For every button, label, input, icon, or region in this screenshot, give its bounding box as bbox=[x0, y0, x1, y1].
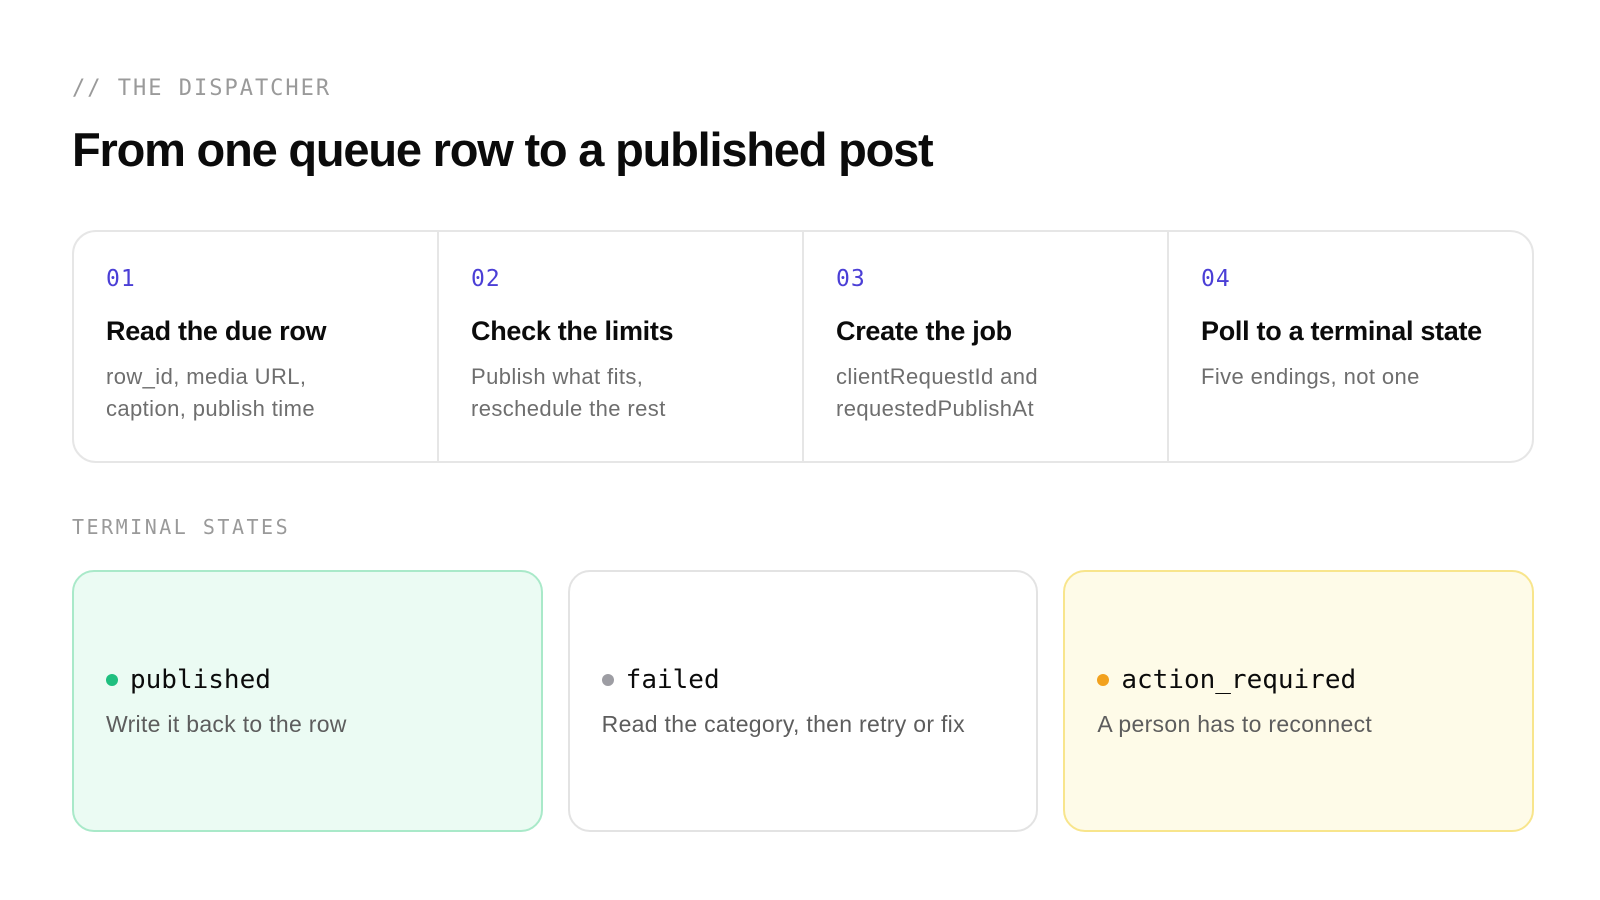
step-description: Publish what fits, reschedule the rest bbox=[471, 361, 770, 425]
step-number: 01 bbox=[106, 266, 136, 292]
state-card-action-required: action_required A person has to reconnec… bbox=[1063, 570, 1535, 832]
step-description-line: Publish what fits, bbox=[471, 364, 644, 389]
state-card-published: published Write it back to the row bbox=[72, 570, 543, 832]
page-title: From one queue row to a published post bbox=[72, 123, 934, 176]
step-card-3: 03 Create the job clientRequestId and re… bbox=[802, 232, 1167, 461]
step-number: 03 bbox=[836, 266, 866, 292]
step-card-1: 01 Read the due row row_id, media URL, c… bbox=[74, 232, 437, 461]
step-title: Create the job bbox=[836, 316, 1012, 346]
state-description: A person has to reconnect bbox=[1097, 710, 1373, 737]
step-title: Read the due row bbox=[106, 316, 327, 346]
step-card-2: 02 Check the limits Publish what fits, r… bbox=[437, 232, 802, 461]
step-description-line: reschedule the rest bbox=[471, 396, 666, 421]
state-header: failed bbox=[601, 664, 1005, 695]
state-name: failed bbox=[625, 664, 720, 695]
step-description-line: Five endings, not one bbox=[1201, 364, 1420, 389]
step-description: clientRequestId and requestedPublishAt bbox=[836, 361, 1135, 425]
state-name: published bbox=[130, 664, 271, 695]
state-header: action_required bbox=[1097, 665, 1500, 695]
eyebrow-label: // THE DISPATCHER bbox=[72, 76, 332, 101]
step-description: Five endings, not one bbox=[1201, 361, 1500, 393]
step-title: Poll to a terminal state bbox=[1201, 316, 1482, 346]
step-card-4: 04 Poll to a terminal state Five endings… bbox=[1167, 232, 1532, 461]
step-description-line: requestedPublishAt bbox=[836, 396, 1034, 421]
step-number: 02 bbox=[471, 266, 501, 292]
status-dot-icon bbox=[1097, 673, 1110, 686]
status-dot-icon bbox=[601, 673, 614, 686]
state-card-failed: failed Read the category, then retry or … bbox=[567, 570, 1039, 832]
terminal-states-label: TERMINAL STATES bbox=[72, 515, 291, 539]
terminal-states-row: published Write it back to the row faile… bbox=[72, 570, 1535, 832]
step-description: row_id, media URL, caption, publish time bbox=[106, 361, 405, 425]
state-description: Write it back to the row bbox=[106, 710, 347, 737]
steps-panel: 01 Read the due row row_id, media URL, c… bbox=[72, 230, 1534, 463]
status-dot-icon bbox=[106, 673, 118, 686]
step-description-line: caption, publish time bbox=[106, 396, 315, 421]
state-description: Read the category, then retry or fix bbox=[601, 710, 965, 737]
step-title: Check the limits bbox=[471, 316, 674, 346]
step-description-line: clientRequestId and bbox=[836, 364, 1039, 389]
step-number: 04 bbox=[1201, 266, 1231, 292]
state-header: published bbox=[106, 665, 509, 695]
step-description-line: row_id, media URL, bbox=[106, 364, 307, 389]
state-name: action_required bbox=[1121, 664, 1357, 695]
